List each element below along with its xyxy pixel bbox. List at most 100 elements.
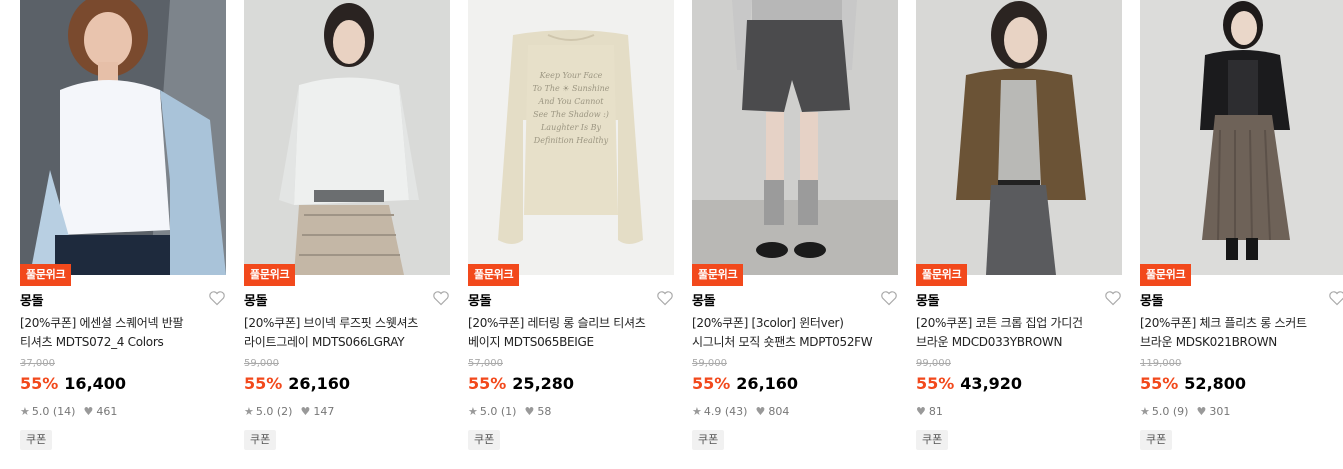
sale-price: 25,280 [512,374,575,393]
print-text: And You Cannot [538,97,605,106]
like-count: 58 [537,405,552,418]
print-text: Laughter Is By [540,123,602,132]
coupon-tag: 쿠폰 [468,430,501,450]
brand-name[interactable]: 몽돌 [1140,290,1164,309]
heart-outline-icon[interactable] [432,290,450,306]
print-text: To The ☀ Sunshine [532,84,609,93]
heart-filled-icon: ♥ [83,405,94,418]
star-icon: ★ [20,405,30,418]
heart-outline-icon[interactable] [208,290,226,306]
coupon-tag: 쿠폰 [1140,430,1173,450]
heart-filled-icon: ♥ [524,405,535,418]
price-row: 55% 52,800 [1140,374,1246,393]
rating-value: 5.0 [255,405,274,418]
product-card[interactable]: 풀문위크 몽돌 [20%쿠폰] 코튼 크롭 집업 가디건 브라운 MDCD033… [916,0,1122,469]
like-count: 461 [96,405,118,418]
coupon-tag: 쿠폰 [916,430,949,450]
product-card[interactable]: 풀문위크 몽돌 [20%쿠폰] [3color] 윈터ver) 시그니처 모직 … [692,0,898,469]
original-price: 59,000 [244,358,279,369]
review-stats: ★ 5.0 (1) ♥ 58 [468,405,551,418]
product-image[interactable] [20,0,226,275]
like-count: 81 [928,405,943,418]
heart-filled-icon: ♥ [300,405,311,418]
like-count: 147 [313,405,335,418]
original-price: 119,000 [1140,358,1182,369]
event-badge: 풀문위크 [244,264,296,286]
star-icon: ★ [244,405,254,418]
heart-filled-icon: ♥ [916,405,926,418]
review-count: (2) [276,405,293,418]
brand-name[interactable]: 몽돌 [916,290,940,309]
product-image[interactable] [244,0,450,275]
heart-outline-icon[interactable] [656,290,674,306]
review-stats: ★ 5.0 (14) ♥ 461 [20,405,117,418]
product-title[interactable]: [20%쿠폰] 체크 플리츠 롱 스커트 브라운 MDSK021BROWN [1140,314,1343,352]
product-image[interactable] [1140,0,1343,275]
like-count: 804 [768,405,790,418]
product-image[interactable]: Keep Your Face To The ☀ Sunshine And You… [468,0,674,275]
event-badge: 풀문위크 [692,264,744,286]
coupon-tag: 쿠폰 [692,430,725,450]
brand-name[interactable]: 몽돌 [468,290,492,309]
rating-value: 4.9 [703,405,722,418]
product-image[interactable] [692,0,898,275]
sale-price: 26,160 [736,374,799,393]
product-title[interactable]: [20%쿠폰] 에센셜 스퀘어넥 반팔 티셔츠 MDTS072_4 Colors [20,314,226,352]
price-row: 55% 25,280 [468,374,574,393]
coupon-tag: 쿠폰 [20,430,53,450]
print-text: Keep Your Face [539,71,603,80]
event-badge: 풀문위크 [468,264,520,286]
review-count: (1) [500,405,517,418]
discount-rate: 55% [692,374,731,393]
sale-price: 43,920 [960,374,1023,393]
review-count: (9) [1172,405,1189,418]
discount-rate: 55% [1140,374,1179,393]
sale-price: 16,400 [64,374,127,393]
heart-outline-icon[interactable] [1328,290,1343,306]
star-icon: ★ [468,405,478,418]
brand-name[interactable]: 몽돌 [20,290,44,309]
review-count: (43) [724,405,748,418]
event-badge: 풀문위크 [916,264,968,286]
product-image[interactable] [916,0,1122,275]
print-text: See The Shadow :) [533,110,609,119]
product-title[interactable]: [20%쿠폰] 브이넥 루즈핏 스웻셔츠 라이트그레이 MDTS066LGRAY [244,314,450,352]
brand-name[interactable]: 몽돌 [244,290,268,309]
discount-rate: 55% [20,374,59,393]
product-title[interactable]: [20%쿠폰] 코튼 크롭 집업 가디건 브라운 MDCD033YBROWN [916,314,1122,352]
print-text: Definition Healthy [533,136,609,145]
original-price: 37,000 [20,358,55,369]
discount-rate: 55% [468,374,507,393]
review-stats: ★ 5.0 (2) ♥ 147 [244,405,334,418]
product-grid: 풀문위크 몽돌 [20%쿠폰] 에센셜 스퀘어넥 반팔 티셔츠 MDTS072_… [0,0,1343,469]
like-count: 301 [1209,405,1231,418]
product-card[interactable]: 풀문위크 몽돌 [20%쿠폰] 브이넥 루즈핏 스웻셔츠 라이트그레이 MDTS… [244,0,450,469]
product-card[interactable]: 풀문위크 몽돌 [20%쿠폰] 에센셜 스퀘어넥 반팔 티셔츠 MDTS072_… [20,0,226,469]
price-row: 55% 26,160 [692,374,798,393]
product-card[interactable]: Keep Your Face To The ☀ Sunshine And You… [468,0,674,469]
brand-name[interactable]: 몽돌 [692,290,716,309]
rating-value: 5.0 [479,405,498,418]
price-row: 55% 26,160 [244,374,350,393]
event-badge: 풀문위크 [20,264,72,286]
sale-price: 52,800 [1184,374,1247,393]
original-price: 99,000 [916,358,951,369]
coupon-tag: 쿠폰 [244,430,277,450]
discount-rate: 55% [916,374,955,393]
event-badge: 풀문위크 [1140,264,1192,286]
review-stats: ★ 5.0 (9) ♥ 301 [1140,405,1230,418]
star-icon: ★ [692,405,702,418]
heart-filled-icon: ♥ [1196,405,1207,418]
product-title[interactable]: [20%쿠폰] 레터링 롱 슬리브 티셔츠 베이지 MDTS065BEIGE [468,314,674,352]
review-stats: ★ 4.9 (43) ♥ 804 [692,405,789,418]
star-icon: ★ [1140,405,1150,418]
rating-value: 5.0 [1151,405,1170,418]
original-price: 57,000 [468,358,503,369]
original-price: 59,000 [692,358,727,369]
rating-value: 5.0 [31,405,50,418]
product-title[interactable]: [20%쿠폰] [3color] 윈터ver) 시그니처 모직 숏팬츠 MDPT… [692,314,898,352]
heart-outline-icon[interactable] [880,290,898,306]
discount-rate: 55% [244,374,283,393]
product-card[interactable]: 풀문위크 몽돌 [20%쿠폰] 체크 플리츠 롱 스커트 브라운 MDSK021… [1140,0,1343,469]
heart-outline-icon[interactable] [1104,290,1122,306]
